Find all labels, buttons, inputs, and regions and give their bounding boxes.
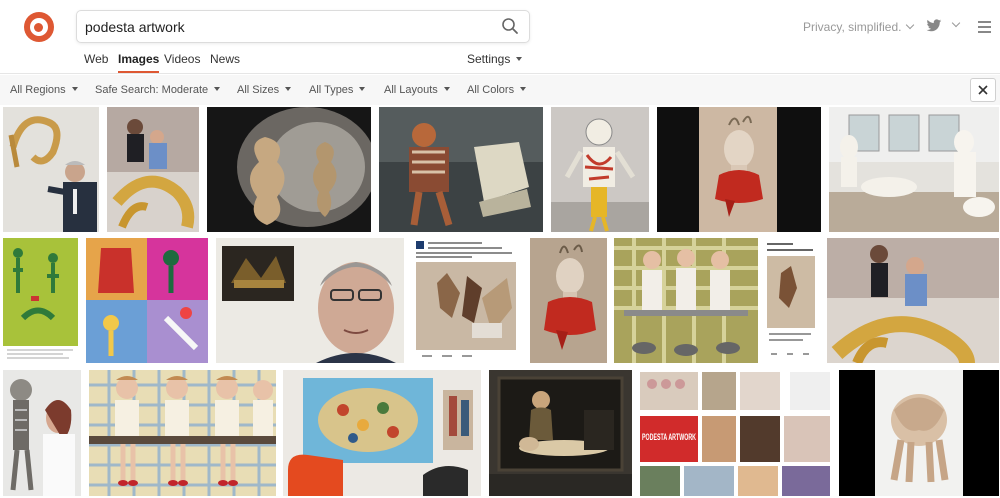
collage-title-text: PODESTA ARTWORK	[642, 432, 696, 442]
duckduckgo-logo[interactable]	[24, 12, 54, 42]
filter-size-label: All Sizes	[237, 84, 280, 96]
header-bar: Privacy, simplified. Web Images Videos N…	[0, 0, 1000, 74]
caret-down-icon	[443, 87, 450, 91]
twitter-chevron-icon[interactable]	[951, 18, 961, 28]
chevron-down-icon	[906, 20, 915, 30]
image-result[interactable]	[489, 370, 632, 496]
caret-down-icon	[285, 87, 292, 91]
image-result[interactable]	[3, 238, 78, 363]
image-result[interactable]	[551, 107, 649, 232]
filter-region-label: All Regions	[10, 84, 66, 96]
close-icon	[978, 85, 988, 95]
filter-type[interactable]: All Types	[309, 84, 366, 96]
image-result[interactable]	[89, 370, 276, 496]
caret-down-icon	[520, 87, 527, 91]
settings-label: Settings	[467, 52, 511, 66]
image-result[interactable]: PODESTA ARTWORK	[640, 370, 832, 496]
image-result[interactable]	[829, 107, 999, 232]
caret-down-icon	[359, 87, 366, 91]
image-result[interactable]	[827, 238, 999, 363]
image-result[interactable]	[379, 107, 543, 232]
caret-down-icon	[516, 57, 523, 61]
tab-videos[interactable]: Videos	[164, 52, 200, 66]
search-box[interactable]	[76, 10, 530, 43]
image-result[interactable]	[3, 107, 99, 232]
filter-safe-search[interactable]: Safe Search: Moderate	[95, 84, 221, 96]
image-result[interactable]	[839, 370, 999, 496]
filter-region[interactable]: All Regions	[10, 84, 78, 96]
close-filters-button[interactable]	[970, 78, 996, 102]
filter-layout-label: All Layouts	[384, 84, 438, 96]
filter-safe-search-label: Safe Search: Moderate	[95, 84, 209, 96]
image-result[interactable]	[530, 238, 607, 363]
hamburger-menu-icon[interactable]	[978, 21, 991, 33]
image-result[interactable]	[216, 238, 404, 363]
image-result[interactable]	[614, 238, 758, 363]
filter-color-label: All Colors	[467, 84, 515, 96]
search-input[interactable]	[85, 11, 485, 42]
privacy-tagline-dropdown[interactable]: Privacy, simplified.	[803, 20, 915, 34]
tab-web[interactable]: Web	[84, 52, 108, 66]
filter-layout[interactable]: All Layouts	[384, 84, 450, 96]
image-result[interactable]	[3, 370, 81, 496]
filter-color[interactable]: All Colors	[467, 84, 527, 96]
filter-bar: All Regions Safe Search: Moderate All Si…	[0, 75, 1000, 105]
twitter-icon[interactable]	[926, 19, 942, 33]
filter-size[interactable]: All Sizes	[237, 84, 292, 96]
settings-dropdown[interactable]: Settings	[467, 52, 523, 66]
tab-news[interactable]: News	[210, 52, 240, 66]
image-result[interactable]	[657, 107, 821, 232]
image-result[interactable]	[207, 107, 371, 232]
image-result[interactable]	[283, 370, 481, 496]
image-result[interactable]	[763, 238, 819, 363]
caret-down-icon	[214, 87, 221, 91]
privacy-tagline: Privacy, simplified.	[803, 20, 902, 34]
search-icon[interactable]	[501, 17, 519, 35]
image-result[interactable]	[412, 238, 522, 363]
tab-images[interactable]: Images	[118, 52, 160, 73]
filter-type-label: All Types	[309, 84, 354, 96]
image-result[interactable]	[107, 107, 199, 232]
image-result[interactable]	[86, 238, 208, 363]
caret-down-icon	[71, 87, 78, 91]
